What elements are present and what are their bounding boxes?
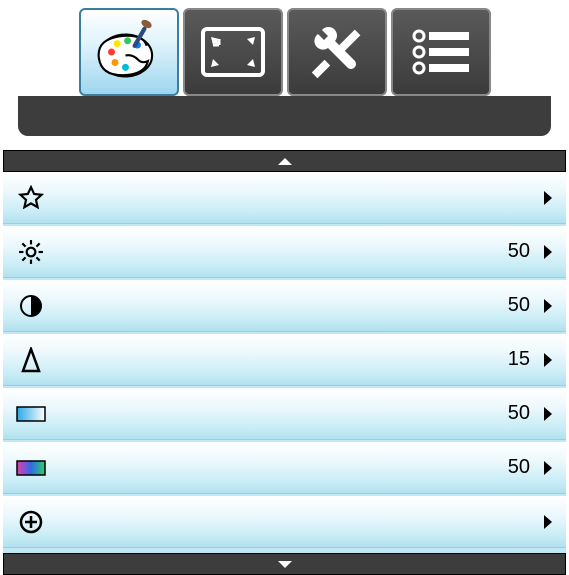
chevron-right-icon <box>544 407 552 421</box>
scroll-up-button[interactable] <box>3 150 566 172</box>
fullscreen-icon <box>201 27 265 77</box>
tab-screen[interactable] <box>183 8 283 96</box>
plus-circle-icon <box>15 506 47 538</box>
palette-icon <box>94 17 164 87</box>
list-icon <box>411 28 471 76</box>
osd-root: 50 50 15 50 <box>0 0 569 575</box>
row-value: 50 <box>500 294 530 317</box>
chevron-right-icon <box>544 299 552 313</box>
tab-bar <box>0 8 569 104</box>
row-value: 15 <box>500 348 530 371</box>
chevron-right-icon <box>544 353 552 367</box>
row-saturation[interactable]: 50 <box>3 442 566 494</box>
row-contrast[interactable]: 50 <box>3 280 566 332</box>
settings-list: 50 50 15 50 <box>3 172 566 553</box>
row-brightness[interactable]: 50 <box>3 226 566 278</box>
row-hue[interactable]: 50 <box>3 388 566 440</box>
sharpness-icon <box>15 344 47 376</box>
chevron-up-icon <box>278 158 292 165</box>
chevron-right-icon <box>544 245 552 259</box>
row-value: 50 <box>500 456 530 479</box>
tab-list[interactable] <box>391 8 491 96</box>
tab-tools[interactable] <box>287 8 387 96</box>
scroll-down-button[interactable] <box>3 553 566 575</box>
tools-icon <box>307 22 367 82</box>
chevron-down-icon <box>278 561 292 568</box>
chevron-right-icon <box>544 191 552 205</box>
tab-connector <box>18 96 551 136</box>
tab-picture[interactable] <box>79 8 179 96</box>
saturation-icon <box>15 452 47 484</box>
hue-icon <box>15 398 47 430</box>
contrast-icon <box>15 290 47 322</box>
row-favorites[interactable] <box>3 172 566 224</box>
brightness-icon <box>15 236 47 268</box>
chevron-right-icon <box>544 461 552 475</box>
row-sharpness[interactable]: 15 <box>3 334 566 386</box>
row-value: 50 <box>500 402 530 425</box>
chevron-right-icon <box>544 515 552 529</box>
star-icon <box>15 182 47 214</box>
row-value: 50 <box>500 240 530 263</box>
row-advanced[interactable] <box>3 496 566 548</box>
